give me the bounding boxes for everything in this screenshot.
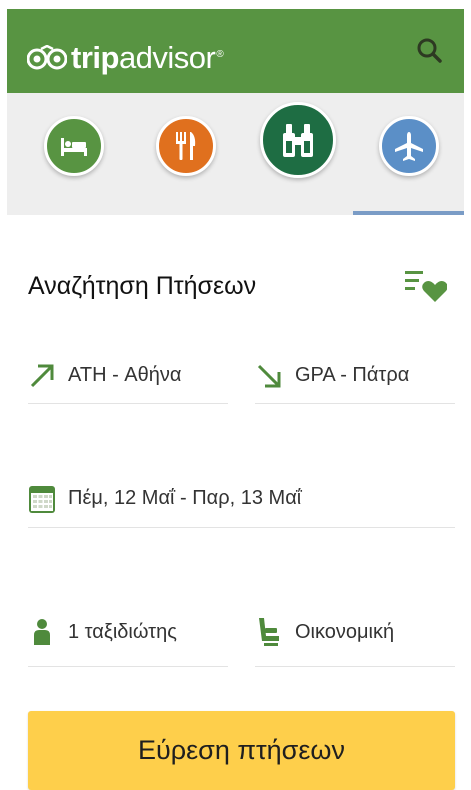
logo-wordmark: tripadvisor®	[71, 40, 224, 75]
left-edge	[0, 0, 7, 215]
list-heart-icon	[405, 271, 448, 302]
destination-value: GPA - Πάτρα	[295, 364, 410, 386]
fork-knife-icon	[176, 132, 196, 160]
arrow-down-right-icon	[257, 364, 281, 387]
travelers-field[interactable]: 1 ταξιδιώτης	[28, 598, 228, 667]
saved-flights-button[interactable]	[403, 267, 448, 305]
travelers-value: 1 ταξιδιώτης	[68, 620, 177, 643]
bed-icon	[61, 138, 87, 156]
calendar-icon	[29, 485, 55, 513]
dates-value: Πέμ, 12 Μαΐ - Παρ, 13 Μαΐ	[68, 487, 302, 509]
find-flights-button[interactable]: Εύρεση πτήσεων	[28, 711, 455, 790]
dates-field[interactable]: Πέμ, 12 Μαΐ - Παρ, 13 Μαΐ	[28, 470, 455, 528]
tab-hotels[interactable]	[44, 116, 104, 176]
owl-eyes-icon	[27, 45, 67, 70]
origin-field[interactable]: ATH - Αθήνα	[28, 348, 228, 404]
tab-flights[interactable]	[379, 116, 439, 176]
person-icon	[34, 619, 50, 645]
airplane-icon	[395, 132, 423, 161]
screen: tripadvisor® Αναζήτηση Πτήσεων ATH - Αθή…	[0, 0, 471, 790]
origin-value: ATH - Αθήνα	[68, 364, 182, 386]
binoculars-icon	[283, 124, 313, 157]
right-edge	[464, 0, 471, 215]
arrow-up-right-icon	[30, 364, 54, 387]
tripadvisor-logo[interactable]: tripadvisor®	[27, 40, 224, 75]
selected-tab-indicator	[353, 211, 465, 215]
search-icon	[417, 38, 442, 63]
seat-icon	[259, 618, 279, 646]
tab-restaurants[interactable]	[156, 116, 216, 176]
cabin-class-value: Οικονομική	[295, 620, 395, 643]
tab-attractions[interactable]	[260, 102, 336, 178]
destination-field[interactable]: GPA - Πάτρα	[255, 348, 455, 404]
page-title: Αναζήτηση Πτήσεων	[28, 272, 257, 300]
search-button[interactable]	[412, 33, 448, 69]
cabin-class-field[interactable]: Οικονομική	[255, 598, 455, 667]
category-tabs	[7, 93, 465, 215]
app-bar: tripadvisor®	[7, 9, 464, 93]
